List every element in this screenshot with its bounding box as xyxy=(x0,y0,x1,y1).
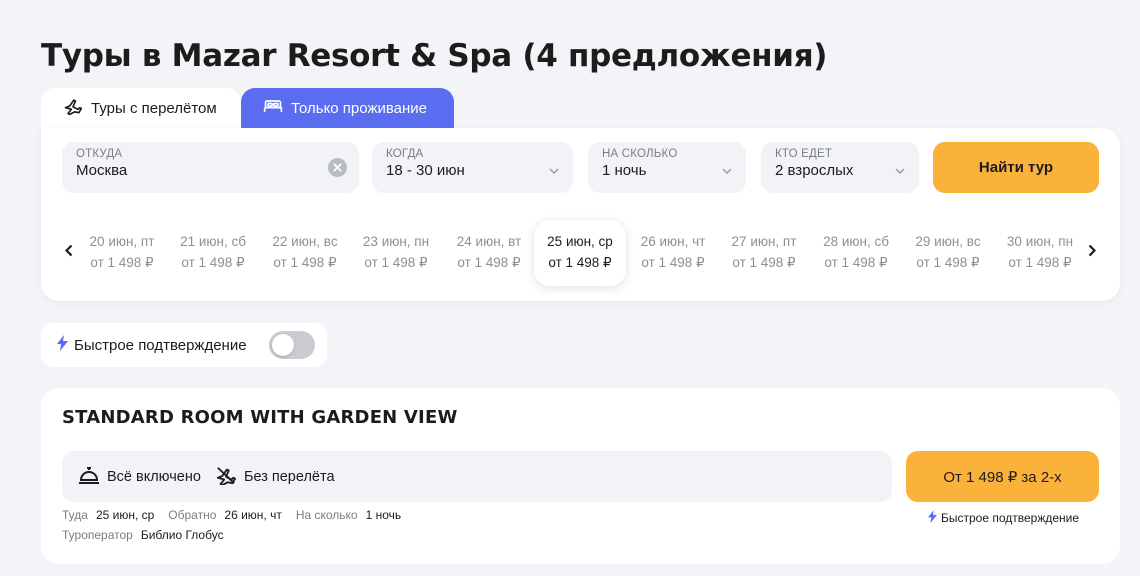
page-title: Туры в Mazar Resort & Spa (4 предложения… xyxy=(41,38,828,74)
chevron-down-icon xyxy=(549,161,559,179)
from-label: ОТКУДА xyxy=(76,148,123,160)
meal-label: Всё включено xyxy=(107,468,201,485)
date-option[interactable]: 27 июн, пт от 1 498 ₽ xyxy=(718,220,810,286)
quick-confirm-label: Быстрое подтверждение xyxy=(74,336,247,354)
date-label: 25 июн, ср xyxy=(547,234,613,249)
date-label: 29 июн, вс xyxy=(915,234,981,249)
date-option[interactable]: 22 июн, вс от 1 498 ₽ xyxy=(259,220,351,286)
operator-label: Туроператор xyxy=(62,528,133,542)
date-price: от 1 498 ₽ xyxy=(364,255,428,270)
duration-field[interactable]: НА СКОЛЬКО 1 ночь xyxy=(588,142,746,193)
date-option[interactable]: 29 июн, вс от 1 498 ₽ xyxy=(902,220,994,286)
date-option[interactable]: 26 июн, чт от 1 498 ₽ xyxy=(627,220,719,286)
date-price: от 1 498 ₽ xyxy=(1008,255,1072,270)
offer-features: Всё включено Без перелёта xyxy=(62,451,892,502)
date-option-selected[interactable]: 25 июн, ср от 1 498 ₽ xyxy=(534,220,626,286)
offer-card: STANDARD ROOM WITH GARDEN VIEW Всё включ… xyxy=(41,388,1120,564)
date-price: от 1 498 ₽ xyxy=(824,255,888,270)
date-option[interactable]: 24 июн, вт от 1 498 ₽ xyxy=(443,220,535,286)
no-flight-icon xyxy=(215,465,237,489)
duration-label: НА СКОЛЬКО xyxy=(602,148,678,160)
duration-label: На сколько xyxy=(295,508,358,522)
when-label: КОГДА xyxy=(386,148,424,160)
there-value: 25 июн, ср xyxy=(95,508,155,522)
chevron-right-icon[interactable] xyxy=(1082,240,1102,260)
operator-value: Библио Глобус xyxy=(140,528,224,542)
toggle-knob xyxy=(272,334,294,356)
date-label: 23 июн, пн xyxy=(362,234,430,249)
chevron-down-icon xyxy=(895,161,905,179)
quick-confirm-badge-label: Быстрое подтверждение xyxy=(941,511,1080,525)
tabs: Туры с перелётом Только проживание xyxy=(41,88,454,130)
date-option[interactable]: 28 июн, сб от 1 498 ₽ xyxy=(810,220,902,286)
date-label: 20 июн, пт xyxy=(89,234,155,249)
flight-label: Без перелёта xyxy=(243,468,335,485)
quick-confirm-toggle[interactable] xyxy=(269,331,315,359)
date-option[interactable]: 21 июн, сб от 1 498 ₽ xyxy=(167,220,259,286)
quick-confirm-badge: Быстрое подтверждение xyxy=(928,510,1079,526)
lightning-icon xyxy=(928,510,937,526)
date-price: от 1 498 ₽ xyxy=(548,255,612,270)
date-option[interactable]: 23 июн, пн от 1 498 ₽ xyxy=(350,220,442,286)
date-label: 26 июн, чт xyxy=(640,234,706,249)
meal-feature: Всё включено xyxy=(78,465,201,489)
price-button[interactable]: От 1 498 ₽ за 2-х xyxy=(906,451,1099,502)
when-value: 18 - 30 июн xyxy=(386,162,465,179)
date-carousel: 20 июн, пт от 1 498 ₽ 21 июн, сб от 1 49… xyxy=(41,218,1120,288)
duration-value: 1 ночь xyxy=(365,508,402,522)
from-field[interactable]: ОТКУДА Москва xyxy=(62,142,359,193)
duration-value: 1 ночь xyxy=(602,162,647,179)
date-price: от 1 498 ₽ xyxy=(732,255,796,270)
cloche-icon xyxy=(78,465,100,489)
offer-dates: Туда 25 июн, ср Обратно 26 июн, чт На скол… xyxy=(62,508,401,522)
bed-icon xyxy=(263,97,283,119)
date-label: 27 июн, пт xyxy=(731,234,797,249)
date-price: от 1 498 ₽ xyxy=(916,255,980,270)
tab-tours-with-flight[interactable]: Туры с перелётом xyxy=(41,88,241,128)
chevron-down-icon xyxy=(722,161,732,179)
date-price: от 1 498 ₽ xyxy=(641,255,705,270)
date-price: от 1 498 ₽ xyxy=(457,255,521,270)
quick-confirm-filter: Быстрое подтверждение xyxy=(41,323,327,367)
date-price: от 1 498 ₽ xyxy=(90,255,154,270)
tab-label: Туры с перелётом xyxy=(91,99,217,117)
flight-feature: Без перелёта xyxy=(215,465,335,489)
date-option[interactable]: 20 июн, пт от 1 498 ₽ xyxy=(76,220,168,286)
when-field[interactable]: КОГДА 18 - 30 июн xyxy=(372,142,573,193)
find-tour-button[interactable]: Найти тур xyxy=(933,142,1099,193)
back-value: 26 июн, чт xyxy=(224,508,282,522)
date-label: 21 июн, сб xyxy=(180,234,246,249)
search-card: ОТКУДА Москва КОГДА 18 - 30 июн НА СКОЛЬ… xyxy=(41,128,1120,301)
tab-label: Только проживание xyxy=(291,99,428,117)
travelers-value: 2 взрослых xyxy=(775,162,854,179)
room-title: STANDARD ROOM WITH GARDEN VIEW xyxy=(62,407,458,428)
date-price: от 1 498 ₽ xyxy=(181,255,245,270)
travelers-label: КТО ЕДЕТ xyxy=(775,148,833,160)
date-option[interactable]: 30 июн, пн от 1 498 ₽ xyxy=(994,220,1086,286)
date-label: 30 июн, пн xyxy=(1006,234,1074,249)
clear-icon[interactable] xyxy=(328,158,347,177)
plane-icon xyxy=(63,96,83,120)
back-label: Обратно xyxy=(168,508,217,522)
date-price: от 1 498 ₽ xyxy=(273,255,337,270)
offer-operator: Туроператор Библио Глобус xyxy=(62,528,224,542)
date-label: 28 июн, сб xyxy=(823,234,889,249)
date-label: 24 июн, вт xyxy=(456,234,522,249)
there-label: Туда xyxy=(62,508,88,522)
date-label: 22 июн, вс xyxy=(272,234,338,249)
from-value: Москва xyxy=(76,162,128,179)
lightning-icon xyxy=(57,335,68,355)
travelers-field[interactable]: КТО ЕДЕТ 2 взрослых xyxy=(761,142,919,193)
tab-accommodation-only[interactable]: Только проживание xyxy=(241,88,454,128)
